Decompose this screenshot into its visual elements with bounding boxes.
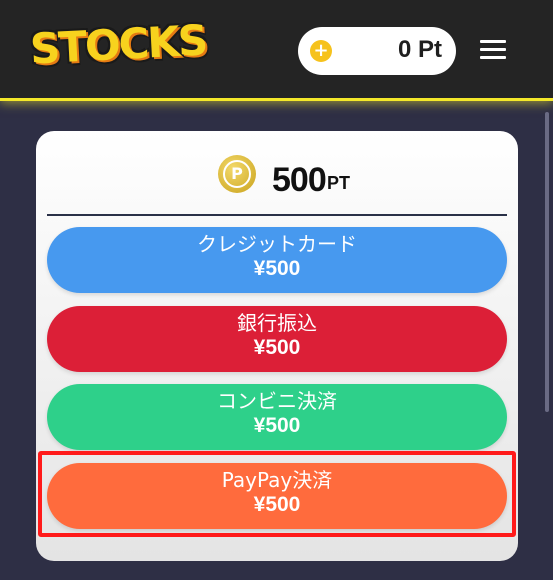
payment-method-label: クレジットカード — [197, 232, 357, 256]
payment-method-label: 銀行振込 — [237, 311, 317, 335]
coin-plus-icon[interactable]: + — [310, 40, 332, 62]
points-value: 0 Pt — [397, 36, 442, 63]
point-unit: PT — [327, 173, 351, 193]
paypay-highlight-frame — [38, 451, 516, 537]
convenience-store-button[interactable]: コンビニ決済 ¥500 — [47, 384, 507, 450]
hamburger-menu-icon[interactable] — [480, 40, 506, 60]
app-header: STOCKS + 0 Pt — [0, 0, 553, 101]
menu-bar — [480, 48, 506, 51]
payment-price: ¥500 — [253, 336, 301, 359]
menu-bar — [480, 56, 506, 59]
payment-price: ¥500 — [253, 257, 301, 280]
scrollbar[interactable] — [545, 112, 549, 412]
payment-method-label: コンビニ決済 — [217, 389, 337, 413]
payment-price: ¥500 — [253, 414, 301, 437]
stocks-logo[interactable]: STOCKS — [29, 15, 208, 73]
bank-transfer-button[interactable]: 銀行振込 ¥500 — [47, 306, 507, 372]
points-balance[interactable]: + 0 Pt — [298, 27, 456, 75]
point-coin-icon: P — [218, 155, 256, 193]
menu-bar — [480, 40, 506, 43]
point-package-header: P 500 PT — [36, 131, 518, 215]
credit-card-button[interactable]: クレジットカード ¥500 — [47, 227, 507, 293]
point-amount: 500 — [272, 161, 327, 199]
divider — [47, 214, 507, 216]
coin-glyph: P — [223, 160, 251, 188]
